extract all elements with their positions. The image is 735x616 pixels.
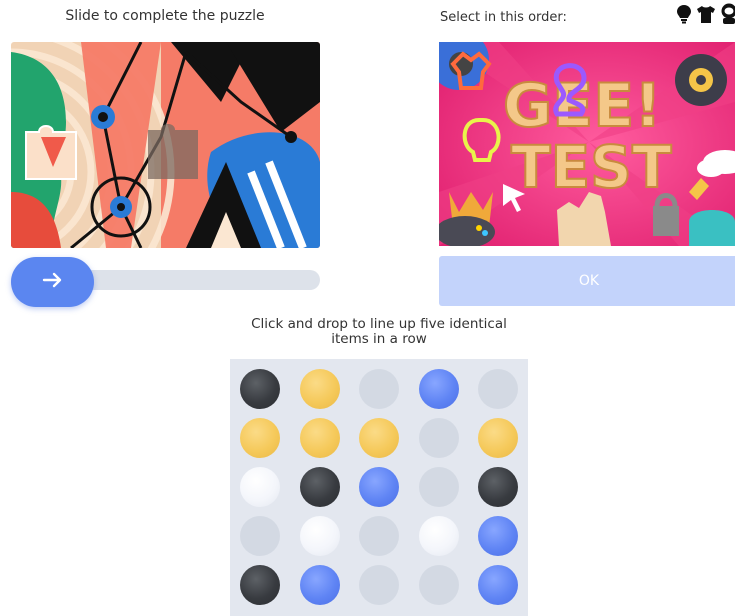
grid-ball-yellow[interactable] [359,418,399,458]
lightbulb-icon [676,4,692,28]
five-in-row-title-line2: items in a row [331,331,427,347]
captcha-demo-page: Slide to complete the puzzle Select in t… [0,0,735,616]
ok-button[interactable]: OK [439,256,735,306]
svg-text:TEST: TEST [511,133,672,201]
grid-ball-dark[interactable] [240,565,280,605]
grid-ball-yellow[interactable] [478,418,518,458]
five-in-row-grid [230,359,528,616]
puzzle-target-slot [148,124,198,179]
grid-ball-dark[interactable] [299,467,340,507]
grid-ball-blue[interactable] [418,369,459,409]
grid-ball-white[interactable] [240,467,280,507]
grid-ball-yellow[interactable] [240,418,280,458]
select-order-title: Select in this order: [440,10,567,25]
arrow-right-icon [42,271,64,293]
puzzle-piece[interactable] [25,125,77,180]
tshirt-icon [696,4,716,28]
grid-ball-empty[interactable] [478,369,518,409]
five-in-row-title: Click and drop to line up five identical… [230,317,528,347]
puzzle-image [11,42,320,248]
grid-ball-blue[interactable] [359,467,399,507]
grid-ball-yellow[interactable] [299,418,340,458]
grid-ball-blue[interactable] [478,565,518,605]
select-order-image[interactable]: GEE! TEST [439,42,735,246]
grid-ball-empty[interactable] [418,418,459,458]
astronaut-helmet-icon [720,3,735,29]
slider-handle[interactable] [11,257,94,307]
grid-ball-empty[interactable] [359,516,399,556]
grid-ball-dark[interactable] [240,369,280,409]
grid-ball-empty[interactable] [359,369,399,409]
grid-ball-dark[interactable] [478,467,518,507]
order-icons [676,3,735,29]
grid-ball-white[interactable] [418,516,459,556]
slider-puzzle-title: Slide to complete the puzzle [65,8,265,24]
grid-ball-yellow[interactable] [299,369,340,409]
grid-ball-blue[interactable] [299,565,340,605]
grid-ball-empty[interactable] [359,565,399,605]
grid-ball-empty[interactable] [418,467,459,507]
five-in-row-title-line1: Click and drop to line up five identical [251,316,507,332]
grid-ball-empty[interactable] [240,516,280,556]
grid-ball-blue[interactable] [478,516,518,556]
grid-ball-empty[interactable] [418,565,459,605]
grid-ball-white[interactable] [299,516,340,556]
